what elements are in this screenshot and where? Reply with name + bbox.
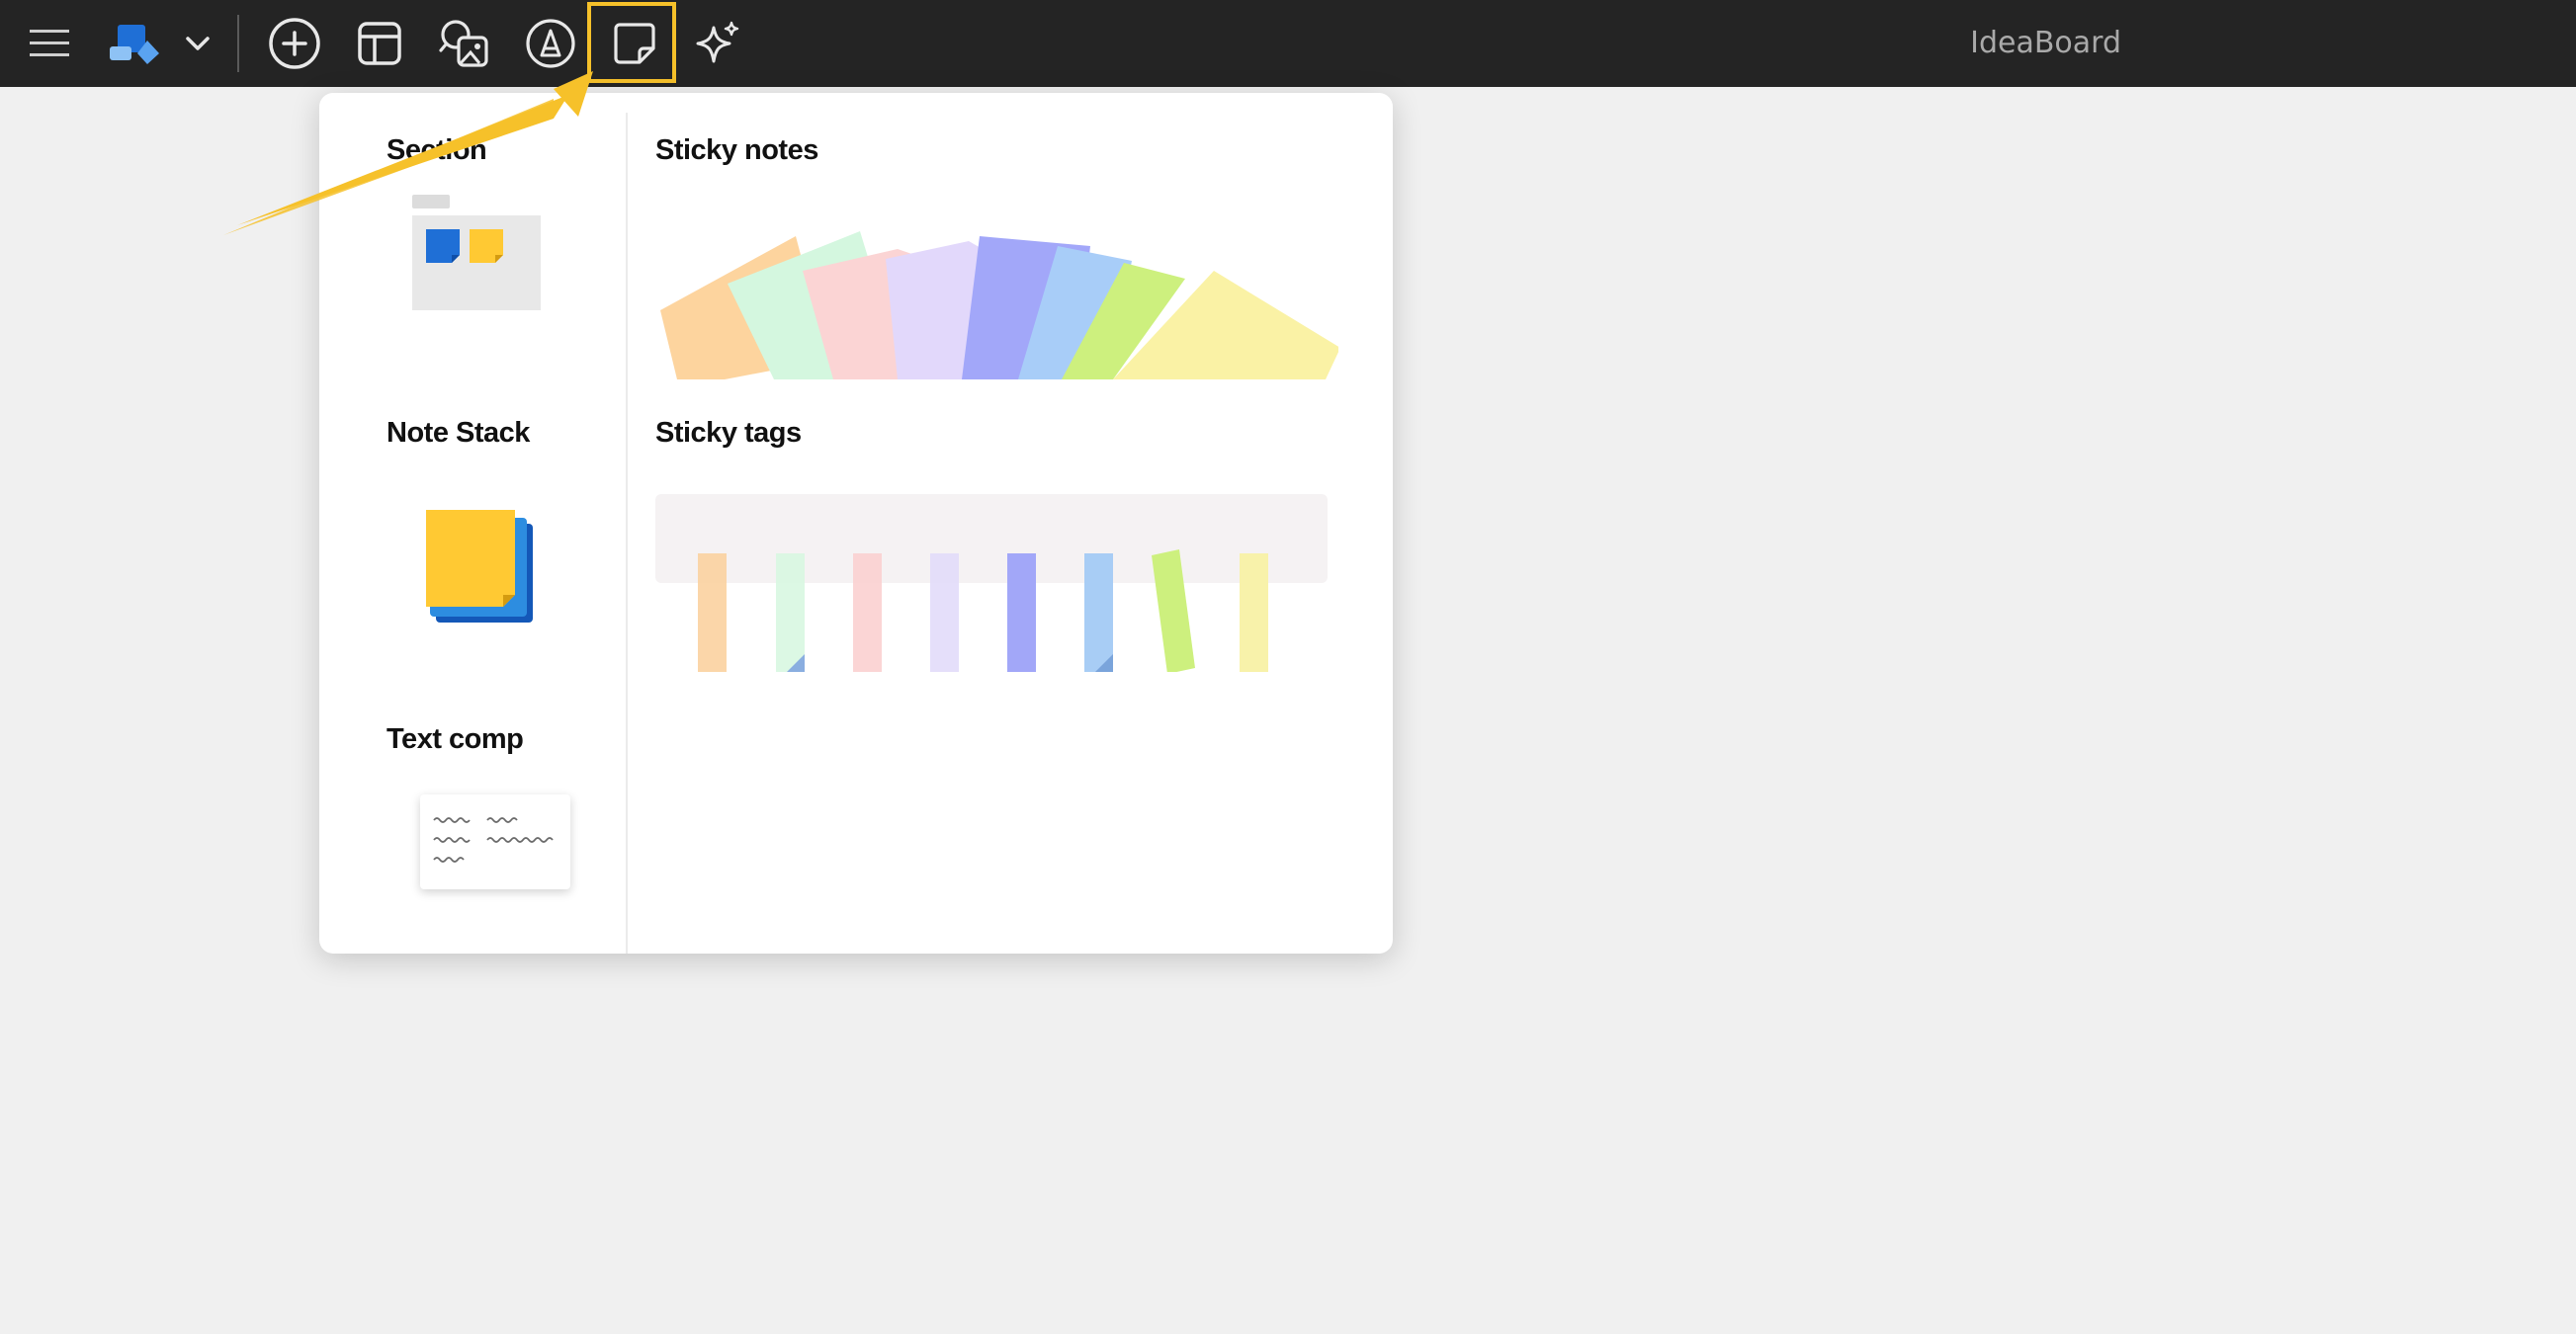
sticky-notes-fan[interactable] [660,231,1340,379]
template-layout-icon[interactable] [352,16,407,71]
sticky-tag-indigo[interactable] [1007,553,1036,672]
pen-circle-icon[interactable] [522,16,579,71]
selected-tool-highlight [587,2,676,83]
app-title: IdeaBoard [1970,26,2121,60]
sticky-tags-heading: Sticky tags [655,417,802,449]
top-toolbar: IdeaBoard [0,0,2576,87]
text-comp-heading: Text comp [386,723,524,755]
menu-icon[interactable] [22,16,77,71]
sticky-notes-heading: Sticky notes [655,134,818,166]
sticky-tag-pink[interactable] [853,553,882,672]
sticky-tag-lavender[interactable] [930,553,959,672]
sticky-tag-mint[interactable] [776,553,805,672]
sticky-tags-thumbnail[interactable] [655,494,1328,674]
text-comp-thumbnail[interactable] [420,794,570,889]
section-heading: Section [386,134,487,166]
note-stack-thumbnail[interactable] [422,510,537,628]
note-stack-heading: Note Stack [386,417,530,449]
sticky-tag-blue[interactable] [1084,553,1113,672]
chevron-down-icon[interactable] [180,28,215,59]
add-circle-icon[interactable] [265,16,324,71]
section-thumbnail[interactable] [412,192,543,310]
sticky-tag-orange[interactable] [698,553,727,672]
board-logo-icon[interactable] [107,18,162,69]
toolbar-separator [237,15,239,72]
sticky-notes-panel: Section Note Stack Text comp Sticky note… [319,93,1393,954]
ai-sparkle-icon[interactable] [690,16,745,71]
panel-divider [626,113,628,954]
image-search-icon[interactable] [435,16,494,71]
sticky-tag-yellow[interactable] [1240,553,1268,672]
